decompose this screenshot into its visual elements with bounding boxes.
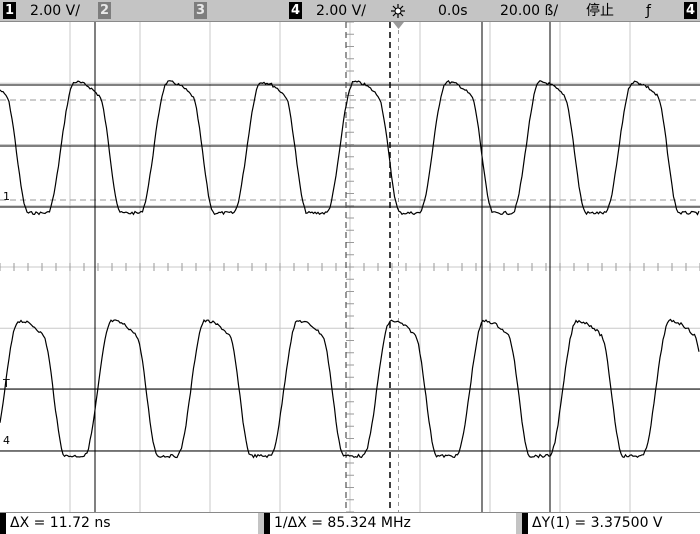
channel-2-badge[interactable]: 2: [98, 2, 111, 19]
channel-3-badge[interactable]: 3: [194, 2, 207, 19]
measurement-bar: ΔX = 11.72 ns 1/ΔX = 85.324 MHz ΔY(1) = …: [0, 512, 700, 534]
trigger-position-marker[interactable]: [393, 22, 404, 29]
channel-1-scale[interactable]: 2.00 V/: [30, 2, 80, 20]
trigger-source-badge[interactable]: 4: [684, 2, 697, 19]
channel-4-badge[interactable]: 4: [289, 2, 302, 19]
delta-x-readout[interactable]: ΔX = 11.72 ns: [0, 513, 258, 534]
sparkle-icon: [391, 4, 405, 18]
trigger-slope-icon[interactable]: ƒ: [646, 2, 651, 20]
channel-4-scale[interactable]: 2.00 V/: [316, 2, 366, 20]
run-state[interactable]: 停止: [586, 2, 614, 20]
graticule: [0, 22, 700, 512]
horizontal-delay[interactable]: 0.0s: [438, 2, 468, 20]
ch1-ground-marker[interactable]: 1: [3, 190, 10, 203]
inverse-delta-x-readout[interactable]: 1/ΔX = 85.324 MHz: [264, 513, 516, 534]
delta-y-readout[interactable]: ΔY(1) = 3.37500 V: [522, 513, 700, 534]
timebase-scale[interactable]: 20.00 ß/: [500, 2, 558, 20]
ground-markers: 1 T 4: [2, 190, 10, 447]
trigger-level-marker[interactable]: T: [2, 377, 10, 390]
waveform-display[interactable]: 1 T 4: [0, 22, 700, 512]
top-status-bar: 1 2.00 V/ 2 3 4 2.00 V/ 0.0s 20.00 ß/ 停止…: [0, 0, 700, 22]
ch4-ground-marker[interactable]: 4: [3, 434, 10, 447]
channel-1-badge[interactable]: 1: [3, 2, 16, 19]
